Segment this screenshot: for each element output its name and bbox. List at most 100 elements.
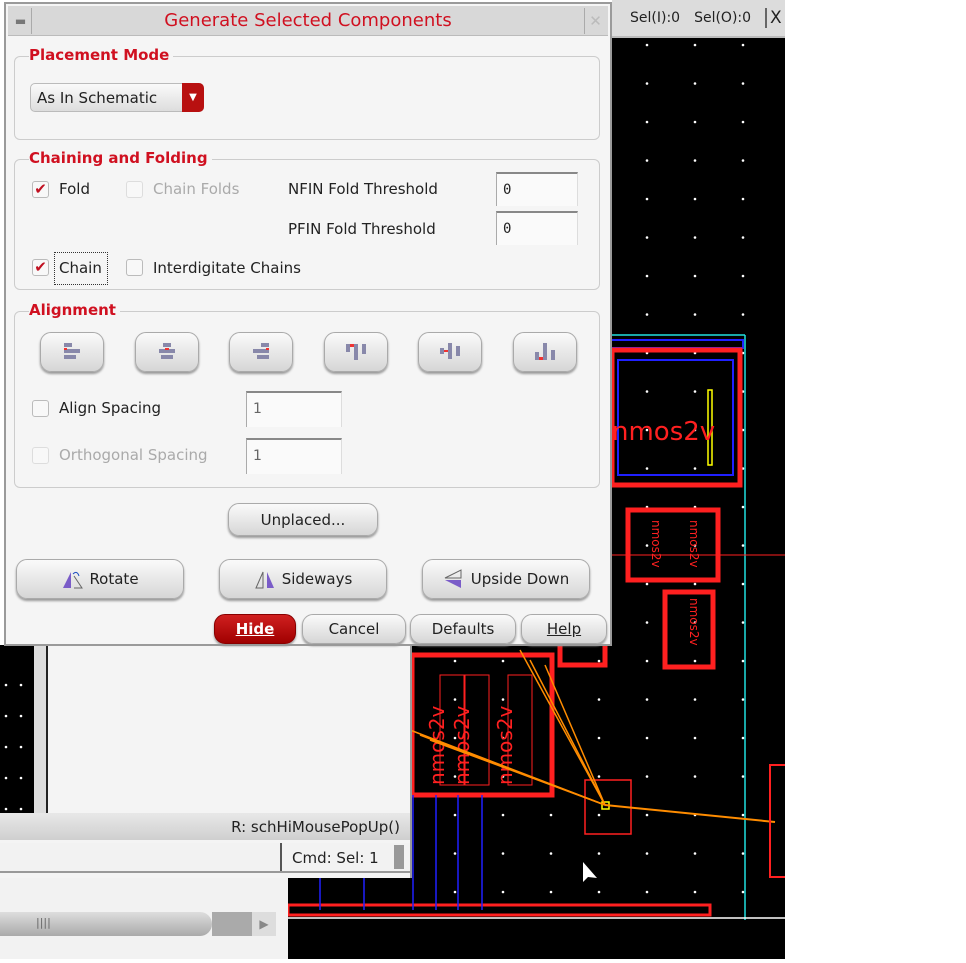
defaults-button[interactable]: Defaults xyxy=(410,614,516,644)
grid-dot xyxy=(693,159,697,162)
grid-dot xyxy=(645,43,649,47)
grid-dot xyxy=(693,197,697,201)
grid-dot xyxy=(549,813,553,817)
defaults-label: Defaults xyxy=(431,620,495,638)
orthogonal-spacing-checkbox[interactable] xyxy=(32,447,49,464)
grid-dot xyxy=(453,852,457,855)
grid-dot xyxy=(645,274,649,278)
interdigitate-checkbox[interactable] xyxy=(126,259,143,276)
align-center-horizontal-button[interactable] xyxy=(134,332,199,372)
rotate-button[interactable]: Rotate xyxy=(16,559,184,599)
align-bottom-button[interactable] xyxy=(512,332,577,372)
grid-dot xyxy=(19,714,23,718)
grid-dot xyxy=(645,159,649,162)
grid-dot xyxy=(645,775,649,778)
close-x[interactable]: X xyxy=(765,8,782,28)
flyline xyxy=(519,649,606,806)
grid-dot xyxy=(645,890,649,894)
grid-dot xyxy=(597,698,601,701)
grid-dot xyxy=(453,813,457,817)
grid-dot xyxy=(501,659,505,663)
minimize-icon[interactable]: ▬ xyxy=(10,8,32,34)
grid-dot xyxy=(4,714,8,718)
grid-dot xyxy=(19,807,23,811)
grid-dot xyxy=(693,582,697,586)
fold-label: Fold xyxy=(59,180,90,198)
grid-dot xyxy=(741,621,745,624)
grid-dot xyxy=(645,197,649,201)
align-center-vertical-button[interactable] xyxy=(418,332,482,372)
align-left-button[interactable] xyxy=(40,332,104,372)
grid-dot xyxy=(645,236,649,239)
rotate-icon xyxy=(63,571,84,589)
instance-label: nmos2v xyxy=(649,520,663,568)
nfin-threshold-input[interactable]: 0 xyxy=(496,172,578,206)
pfin-threshold-input[interactable]: 0 xyxy=(496,211,578,245)
placement-mode-select[interactable]: As In Schematic ▼ xyxy=(30,83,204,112)
grid-dot xyxy=(741,890,745,894)
close-icon[interactable]: ✕ xyxy=(584,8,606,34)
chaining-folding-title: Chaining and Folding xyxy=(29,149,212,167)
align-spacing-input[interactable]: 1 xyxy=(246,391,342,427)
fold-checkbox[interactable]: ✔ xyxy=(32,181,49,198)
chain-checkbox[interactable]: ✔ xyxy=(32,259,49,276)
placement-mode-value: As In Schematic xyxy=(37,89,158,107)
grid-dot xyxy=(549,852,553,855)
scroll-right-arrow-icon[interactable]: ▶ xyxy=(252,912,276,936)
align-top-button[interactable] xyxy=(323,332,388,372)
align-left-icon xyxy=(64,343,80,359)
grid-dot xyxy=(4,776,8,780)
hide-button[interactable]: Hide xyxy=(214,614,296,644)
grid-dot xyxy=(597,736,601,740)
grid-dot xyxy=(741,544,745,547)
bottom-rail xyxy=(286,903,712,917)
unplaced-label: Unplaced... xyxy=(260,510,346,529)
help-label: Help xyxy=(546,620,582,638)
grid-dot xyxy=(4,807,8,811)
instance-label: nmos2v xyxy=(450,705,474,785)
grid-dot xyxy=(693,698,697,701)
instance-label: nmos2v xyxy=(687,520,701,568)
title-bar[interactable]: ▬ Generate Selected Components ✕ xyxy=(8,6,608,36)
orthogonal-spacing-input[interactable]: 1 xyxy=(246,438,342,474)
grid-dot xyxy=(741,698,745,701)
grid-dot xyxy=(741,313,745,316)
pfin-threshold-label: PFIN Fold Threshold xyxy=(288,220,436,238)
cancel-button[interactable]: Cancel xyxy=(302,614,406,644)
align-right-button[interactable] xyxy=(229,332,293,372)
alignment-title: Alignment xyxy=(29,301,120,319)
grid-dot xyxy=(645,390,649,393)
grid-dot xyxy=(645,852,649,855)
grid-dot xyxy=(693,43,697,47)
horizontal-scrollbar-track[interactable] xyxy=(212,912,252,936)
grid-dot xyxy=(645,313,649,316)
grid-dot xyxy=(693,736,697,740)
cancel-label: Cancel xyxy=(328,620,380,638)
help-button[interactable]: Help xyxy=(521,614,607,644)
grid-dot xyxy=(645,813,649,817)
align-spacing-checkbox[interactable] xyxy=(32,400,49,417)
upside-down-label: Upside Down xyxy=(470,570,570,588)
resize-handle[interactable] xyxy=(394,845,404,869)
align-right-icon xyxy=(253,343,269,359)
grid-dot xyxy=(645,736,649,740)
grid-dot xyxy=(741,659,745,663)
horizontal-scrollbar-thumb[interactable]: |||| xyxy=(0,912,212,936)
align-bottom-icon xyxy=(534,343,555,360)
interdigitate-label: Interdigitate Chains xyxy=(153,259,301,277)
sideways-button[interactable]: Sideways xyxy=(219,559,387,599)
upside-down-button[interactable]: Upside Down xyxy=(422,559,590,599)
unplaced-button[interactable]: Unplaced... xyxy=(228,503,378,536)
grid-dot xyxy=(693,313,697,316)
cmd-status: Cmd: Sel: 1 xyxy=(280,843,379,871)
vertical-divider xyxy=(34,645,48,813)
chain-folds-checkbox[interactable] xyxy=(126,181,143,198)
grid-dot xyxy=(19,683,23,687)
sideways-icon xyxy=(254,571,274,589)
grid-dot xyxy=(645,120,649,124)
grid-dot xyxy=(693,659,697,663)
grid-dot xyxy=(597,659,601,663)
grid-dot xyxy=(741,736,745,740)
grid-dot xyxy=(597,890,601,894)
instance-label: nmos2v xyxy=(612,417,715,447)
